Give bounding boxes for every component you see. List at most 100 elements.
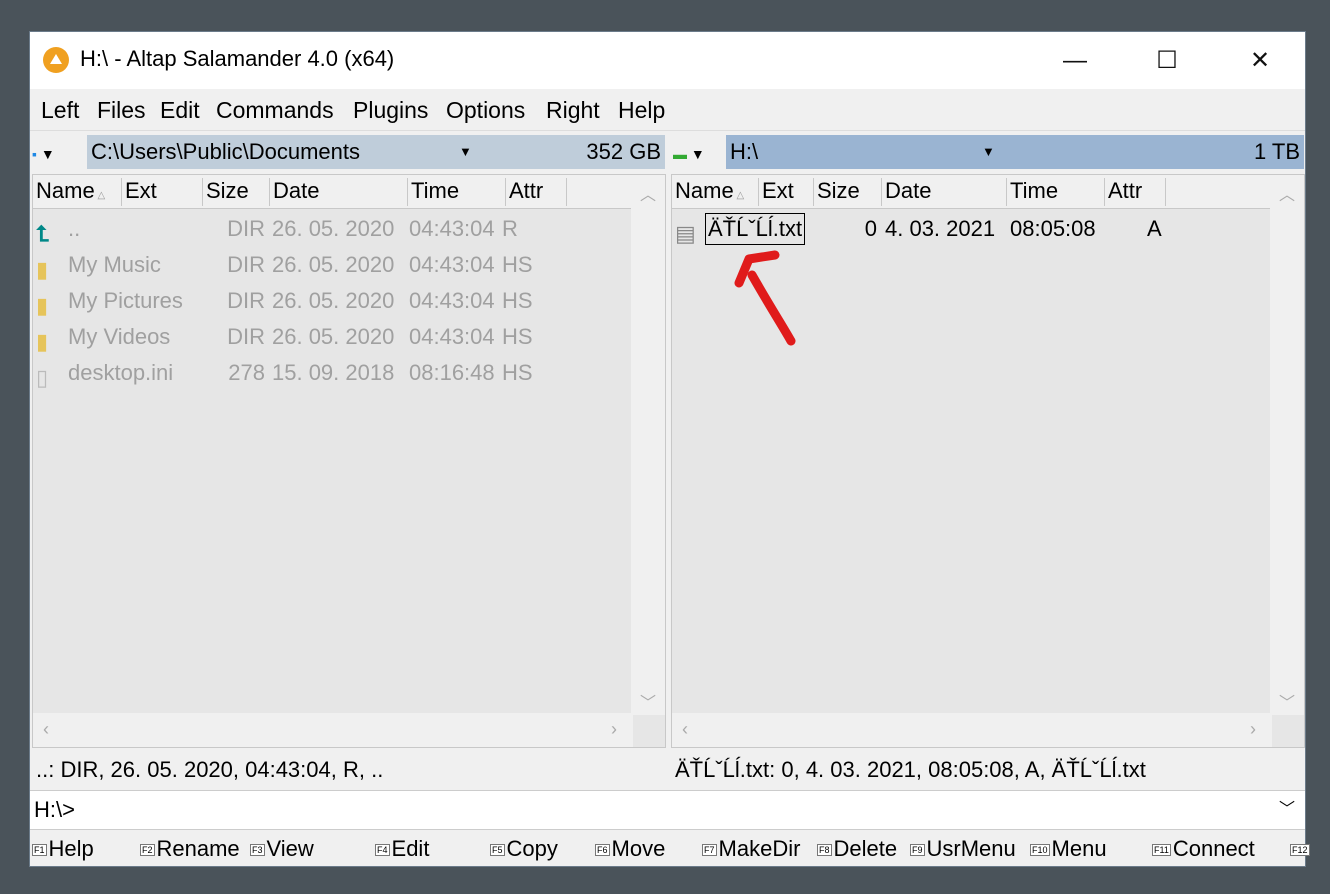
maximize-button[interactable]: ☐: [1120, 32, 1214, 89]
file-date: 15. 09. 2018: [272, 360, 395, 385]
file-row[interactable]: ▤ ÄŤĹˇĹĺ.txt 0 4. 03. 2021 08:05:08 A: [672, 211, 1304, 247]
file-attr: A: [1147, 216, 1162, 241]
file-date: 26. 05. 2020: [272, 216, 395, 241]
left-drive-selector[interactable]: ▪ ▼: [32, 135, 88, 169]
fkey-f3[interactable]: F3 View: [250, 836, 314, 862]
left-path: C:\Users\Public\Documents: [91, 139, 360, 164]
menu-options[interactable]: Options: [446, 97, 525, 124]
right-status-line: ÄŤĹˇĹĺ.txt: 0, 4. 03. 2021, 08:05:08, A,…: [675, 757, 1146, 782]
column-header: Name △ Ext Size Date Time Attr: [33, 175, 665, 209]
menu-plugins[interactable]: Plugins: [353, 97, 428, 124]
salamander-window: H:\ - Altap Salamander 4.0 (x64) — ☐ ✕ L…: [29, 31, 1310, 867]
file-name: ..: [68, 216, 81, 241]
file-size: DIR: [227, 252, 265, 277]
file-attr: HS: [502, 324, 533, 349]
history-dropdown-icon[interactable]: ▼: [982, 135, 995, 169]
right-free-space: 1 TB: [1253, 139, 1300, 164]
horizontal-scrollbar[interactable]: ‹ ›: [33, 713, 633, 747]
left-path-bar[interactable]: C:\Users\Public\Documents ▼ 352 GB: [87, 135, 665, 169]
col-attr[interactable]: Attr: [506, 178, 567, 206]
horizontal-scrollbar[interactable]: ‹ ›: [672, 713, 1272, 747]
file-time: 08:05:08: [1010, 216, 1096, 241]
file-size: DIR: [227, 288, 265, 313]
annotation-arrow: [734, 250, 796, 346]
fkey-f7[interactable]: F7 MakeDir: [702, 836, 800, 862]
file-row[interactable]: ⮤ .. DIR 26. 05. 2020 04:43:04 R: [33, 211, 665, 247]
file-date: 26. 05. 2020: [272, 324, 395, 349]
file-attr: R: [502, 216, 518, 241]
fkey-f1[interactable]: F1 Help: [32, 836, 94, 862]
col-name[interactable]: Name △: [672, 178, 759, 206]
file-row[interactable]: ▮ My Pictures DIR 26. 05. 2020 04:43:04 …: [33, 283, 665, 319]
col-time[interactable]: Time: [1007, 178, 1105, 206]
file-time: 04:43:04: [409, 252, 495, 277]
file-name: My Pictures: [68, 288, 183, 313]
file-row[interactable]: ▯ desktop.ini 278 15. 09. 2018 08:16:48 …: [33, 355, 665, 391]
col-ext[interactable]: Ext: [759, 178, 814, 206]
chevron-down-icon: ▼: [687, 146, 705, 162]
fkey-f11[interactable]: F11 Connect: [1152, 836, 1255, 862]
col-time[interactable]: Time: [408, 178, 506, 206]
file-row[interactable]: ▮ My Music DIR 26. 05. 2020 04:43:04 HS: [33, 247, 665, 283]
file-name: desktop.ini: [68, 360, 174, 385]
right-path-bar[interactable]: H:\ ▼ 1 TB: [726, 135, 1304, 169]
history-dropdown-icon[interactable]: ▼: [459, 135, 472, 169]
menu-edit[interactable]: Edit: [160, 97, 200, 124]
menu-left[interactable]: Left: [41, 97, 79, 124]
col-attr[interactable]: Attr: [1105, 178, 1166, 206]
file-size: DIR: [227, 324, 265, 349]
col-size[interactable]: Size: [203, 178, 270, 206]
file-date: 4. 03. 2021: [885, 216, 996, 241]
fkey-f5[interactable]: F5 Copy: [490, 836, 558, 862]
left-file-panel[interactable]: Name △ Ext Size Date Time Attr ︿ ﹀ ⮤ .. D…: [32, 174, 666, 748]
fkey-f2[interactable]: F2 Rename: [140, 836, 240, 862]
file-time: 08:16:48: [409, 360, 495, 385]
col-ext[interactable]: Ext: [122, 178, 203, 206]
drive-icon: ▬: [673, 146, 687, 162]
left-status-line: ..: DIR, 26. 05. 2020, 04:43:04, R, ..: [36, 757, 384, 782]
col-date[interactable]: Date: [882, 178, 1007, 206]
menu-bar: Left Files Edit Commands Plugins Options…: [30, 89, 1305, 131]
file-name: ÄŤĹˇĹĺ.txt: [705, 213, 806, 245]
right-file-panel[interactable]: Name △ Ext Size Date Time Attr ︿ ﹀ ▤ ÄŤĹˇ…: [671, 174, 1305, 748]
file-size: 278: [228, 360, 265, 385]
file-time: 04:43:04: [409, 288, 495, 313]
menu-commands[interactable]: Commands: [216, 97, 334, 124]
file-attr: HS: [502, 252, 533, 277]
right-path: H:\: [730, 139, 759, 164]
fkey-f4[interactable]: F4 Edit: [375, 836, 429, 862]
fkey-f9[interactable]: F9 UsrMenu: [910, 836, 1016, 862]
file-name: My Videos: [68, 324, 171, 349]
fkey-f12[interactable]: F12: [1290, 836, 1312, 862]
fkey-f10[interactable]: F10 Menu: [1030, 836, 1107, 862]
chevron-down-icon[interactable]: ﹀: [1279, 791, 1295, 829]
chevron-down-icon: ▼: [36, 146, 55, 162]
command-prompt: H:\>: [34, 797, 75, 822]
file-size: 0: [864, 216, 877, 241]
menu-right[interactable]: Right: [546, 97, 600, 124]
file-attr: HS: [502, 288, 533, 313]
menu-help[interactable]: Help: [618, 97, 665, 124]
close-button[interactable]: ✕: [1213, 32, 1307, 89]
function-key-bar: F1 Help F2 Rename F3 View F4 Edit F5 Copy F6 Move F7…: [30, 830, 1310, 867]
title-bar: H:\ - Altap Salamander 4.0 (x64) — ☐ ✕: [30, 32, 1305, 89]
file-date: 26. 05. 2020: [272, 252, 395, 277]
file-row[interactable]: ▮ My Videos DIR 26. 05. 2020 04:43:04 HS: [33, 319, 665, 355]
file-time: 04:43:04: [409, 216, 495, 241]
command-line[interactable]: H:\> ﹀: [30, 790, 1305, 830]
right-drive-selector[interactable]: ▬ ▼: [673, 135, 729, 169]
fkey-f6[interactable]: F6 Move: [595, 836, 665, 862]
file-size: DIR: [227, 216, 265, 241]
col-size[interactable]: Size: [814, 178, 882, 206]
vertical-scrollbar[interactable]: ︿ ﹀: [1270, 175, 1304, 715]
fkey-f8[interactable]: F8 Delete: [817, 836, 897, 862]
file-date: 26. 05. 2020: [272, 288, 395, 313]
left-free-space: 352 GB: [586, 139, 661, 164]
menu-files[interactable]: Files: [97, 97, 146, 124]
file-time: 04:43:04: [409, 324, 495, 349]
col-name[interactable]: Name △: [33, 178, 122, 206]
file-attr: HS: [502, 360, 533, 385]
minimize-button[interactable]: —: [1028, 32, 1122, 89]
app-logo-icon: [43, 47, 69, 73]
col-date[interactable]: Date: [270, 178, 408, 206]
